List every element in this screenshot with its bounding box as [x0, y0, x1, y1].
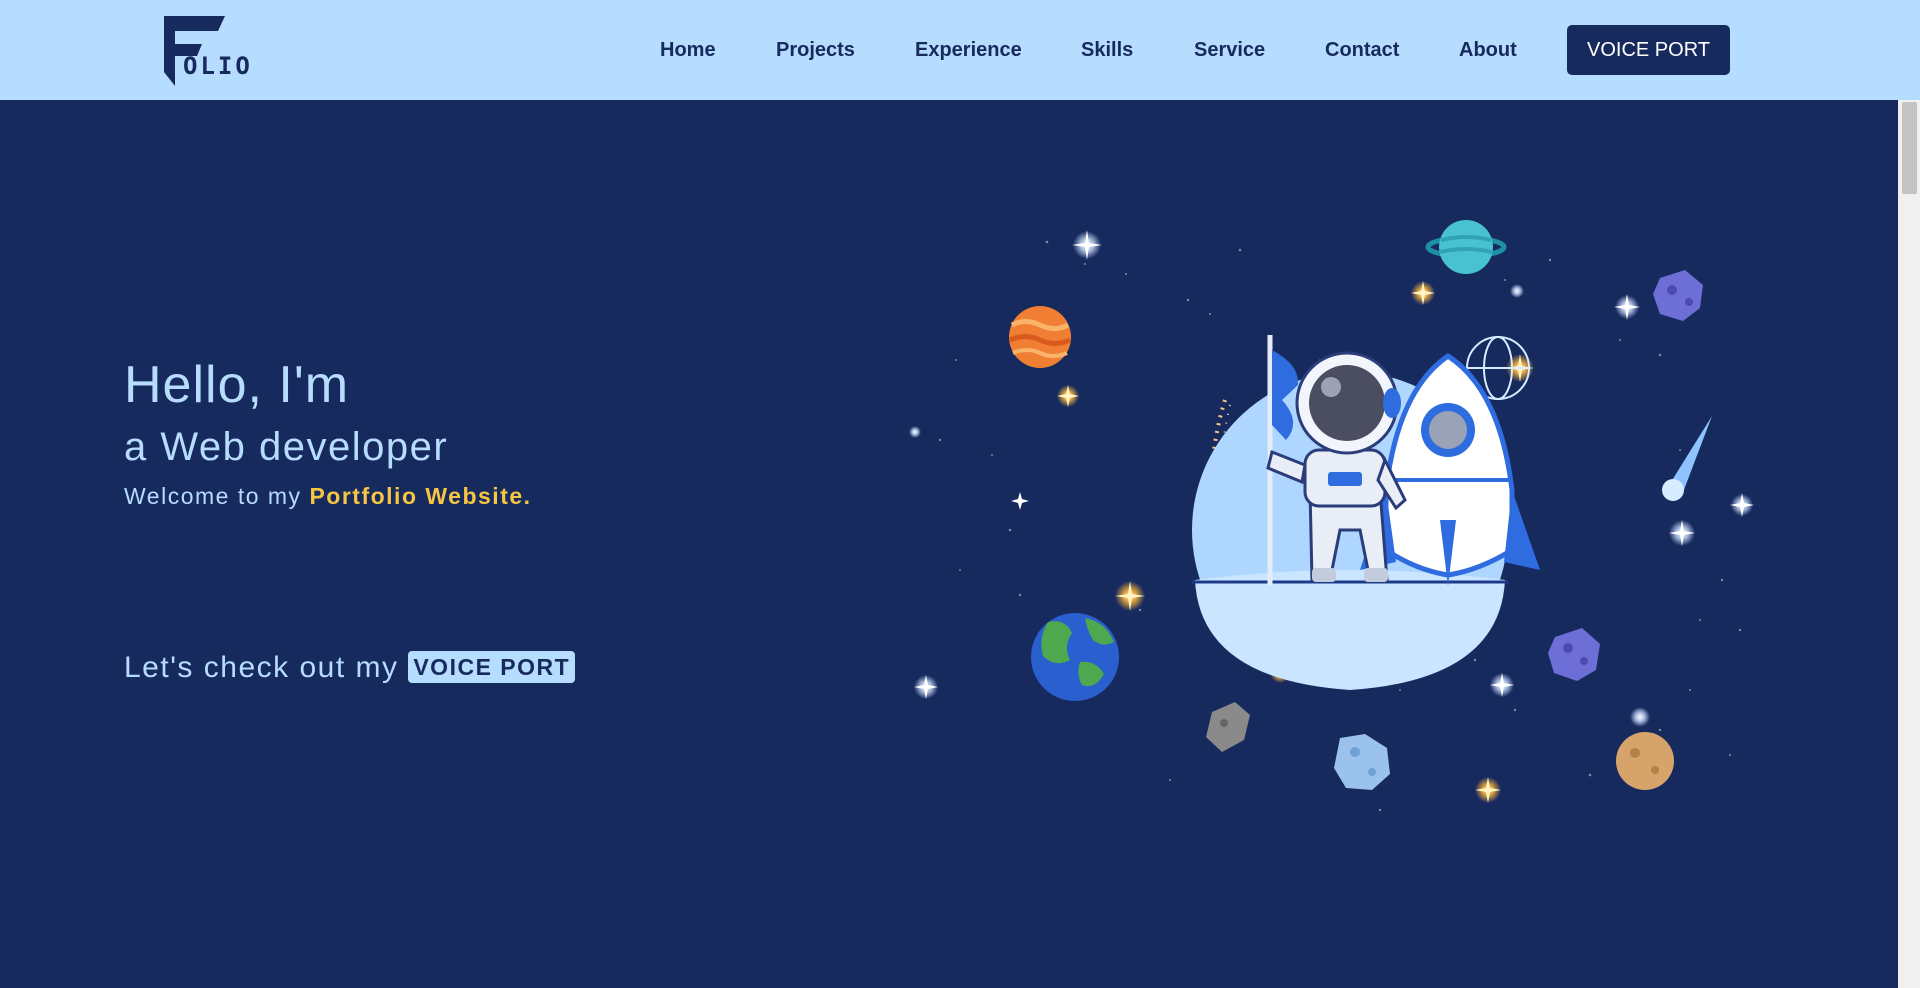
voice-port-badge[interactable]: VOICE PORT — [408, 651, 576, 683]
astronaut-illustration — [900, 190, 1770, 830]
hero-welcome: Welcome to my Portfolio Website. — [124, 482, 532, 510]
hero-greeting: Hello, I'm — [124, 356, 350, 414]
brown-planet — [1616, 732, 1674, 790]
nav-link-about[interactable]: About — [1459, 38, 1517, 62]
navbar: OLIO Home Projects Experience Skills Ser… — [0, 0, 1920, 100]
scrollbar-track[interactable] — [1898, 100, 1920, 988]
hero-role: a Web developer — [124, 425, 449, 469]
nav-link-home[interactable]: Home — [660, 38, 716, 62]
moon-rock — [1334, 734, 1390, 790]
nav-link-experience[interactable]: Experience — [915, 38, 1022, 62]
folio-logo[interactable]: OLIO — [161, 14, 250, 88]
purple-asteroid-2 — [1548, 628, 1600, 681]
nav-link-contact[interactable]: Contact — [1325, 38, 1399, 62]
welcome-highlight: Portfolio Website. — [309, 483, 532, 509]
purple-asteroid — [1653, 270, 1703, 321]
grey-asteroid — [1206, 702, 1250, 752]
nav-link-service[interactable]: Service — [1194, 38, 1265, 62]
nav-link-projects[interactable]: Projects — [776, 38, 855, 62]
orange-planet — [1008, 306, 1072, 368]
comet-icon — [1662, 416, 1712, 501]
teal-planet — [1425, 220, 1507, 274]
logo-text: OLIO — [183, 52, 253, 80]
voice-port-button[interactable]: VOICE PORT — [1567, 25, 1730, 75]
welcome-prefix: Welcome to my — [124, 483, 302, 509]
hero-cta: Let's check out my VOICE PORT — [124, 650, 576, 686]
earth-planet — [1031, 613, 1119, 701]
scrollbar-thumb[interactable] — [1902, 102, 1917, 194]
cta-prefix: Let's check out my — [124, 651, 399, 684]
nav-link-skills[interactable]: Skills — [1081, 38, 1133, 62]
